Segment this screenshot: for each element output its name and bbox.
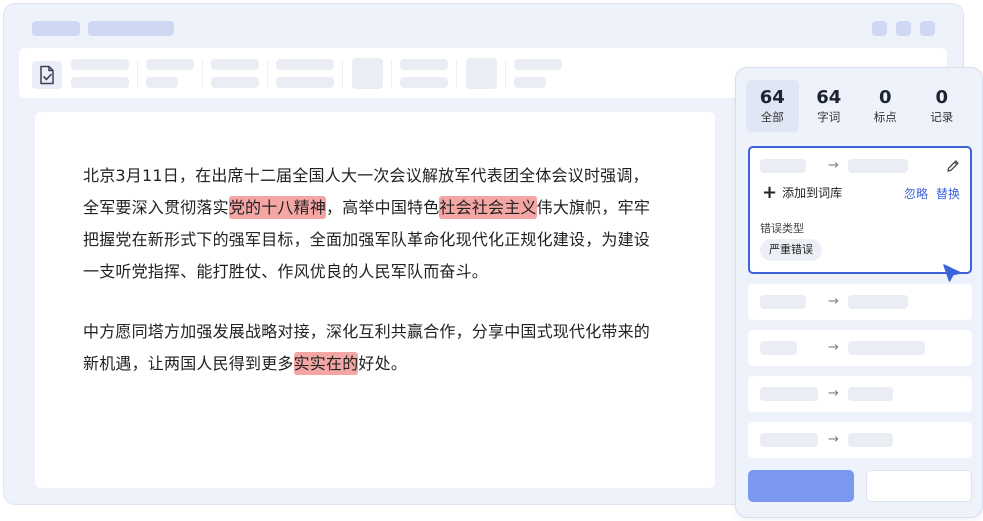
toolbar-divider bbox=[267, 60, 268, 88]
add-to-library-button[interactable]: + 添加到词库 bbox=[762, 181, 843, 203]
error-highlight[interactable]: 党的十八精神 bbox=[228, 196, 327, 219]
window-close-button[interactable] bbox=[920, 21, 935, 36]
text-segment: 好处。 bbox=[358, 354, 408, 373]
original-word-placeholder bbox=[760, 387, 818, 401]
document-editor[interactable]: 北京3月11日，在出席十二届全国人大一次会议解放军代表团全体会议时强调，全军要深… bbox=[35, 112, 715, 488]
toolbar-divider bbox=[456, 60, 457, 88]
toolbar-placeholder[interactable] bbox=[400, 59, 448, 70]
suggested-word-placeholder bbox=[848, 341, 925, 355]
toolbar-square-button[interactable] bbox=[466, 58, 497, 89]
original-word-placeholder bbox=[760, 341, 797, 355]
stat-label: 字词 bbox=[817, 110, 841, 124]
error-type-label: 错误类型 bbox=[760, 222, 804, 235]
window-minimize-button[interactable] bbox=[872, 21, 887, 36]
toolbar-placeholder[interactable] bbox=[400, 77, 448, 88]
pencil-icon[interactable] bbox=[946, 158, 960, 177]
error-highlight[interactable]: 实实在的 bbox=[293, 352, 359, 375]
stat-count: 0 bbox=[935, 87, 949, 108]
toolbar-placeholder[interactable] bbox=[146, 77, 178, 88]
text-segment: ，高举中国特色 bbox=[326, 198, 440, 217]
stat-label: 全部 bbox=[760, 110, 784, 124]
issue-card-selected[interactable]: → + 添加到词库 忽略 替换 错误类型 严重错误 bbox=[748, 146, 972, 274]
original-word-placeholder bbox=[760, 433, 818, 447]
arrow-icon: → bbox=[828, 158, 839, 173]
toolbar-placeholder[interactable] bbox=[211, 59, 259, 70]
toolbar-placeholder[interactable] bbox=[276, 59, 334, 70]
paragraph-1: 北京3月11日，在出席十二届全国人大一次会议解放军代表团全体会议时强调，全军要深… bbox=[83, 160, 663, 288]
stat-tab[interactable]: 64 全部 bbox=[746, 80, 799, 132]
toolbar-placeholder[interactable] bbox=[146, 59, 194, 70]
toolbar-divider bbox=[391, 60, 392, 88]
original-word-placeholder bbox=[760, 295, 806, 309]
secondary-action-button[interactable] bbox=[866, 470, 972, 502]
stat-label: 标点 bbox=[873, 110, 897, 124]
error-highlight[interactable]: 社会社会主义 bbox=[439, 196, 537, 219]
primary-action-button[interactable] bbox=[748, 470, 854, 502]
suggested-word-placeholder bbox=[848, 433, 893, 447]
toolbar-placeholder[interactable] bbox=[514, 59, 562, 70]
stat-count: 64 bbox=[816, 87, 842, 108]
toolbar-placeholder[interactable] bbox=[514, 77, 546, 88]
stat-count: 0 bbox=[878, 87, 892, 108]
toolbar-divider bbox=[202, 60, 203, 88]
document-check-icon[interactable] bbox=[32, 61, 62, 89]
original-word-placeholder bbox=[760, 159, 806, 173]
toolbar-placeholder[interactable] bbox=[71, 77, 129, 88]
stat-tab[interactable]: 64 字词 bbox=[803, 80, 856, 132]
stat-tab[interactable]: 0 记录 bbox=[916, 80, 969, 132]
stat-label: 记录 bbox=[930, 110, 954, 124]
toolbar-divider bbox=[137, 60, 138, 88]
toolbar-placeholder[interactable] bbox=[211, 77, 259, 88]
proofread-panel: 64 全部 64 字词 0 标点 0 记录 → + 添加到词库 忽略 替换 错误类型 严重错误 bbox=[735, 67, 983, 518]
suggested-word-placeholder bbox=[848, 159, 908, 173]
suggested-word-placeholder bbox=[848, 295, 908, 309]
replace-button[interactable]: 替换 bbox=[936, 185, 960, 202]
stat-count: 64 bbox=[759, 87, 785, 108]
issue-card[interactable]: → bbox=[748, 422, 972, 458]
issue-card[interactable]: → bbox=[748, 330, 972, 366]
arrow-icon: → bbox=[828, 432, 839, 447]
toolbar-placeholder[interactable] bbox=[71, 59, 129, 70]
window-maximize-button[interactable] bbox=[896, 21, 911, 36]
issue-card[interactable]: → bbox=[748, 284, 972, 320]
plus-icon: + bbox=[762, 181, 778, 203]
paragraph-2: 中方愿同塔方加强发展战略对接，深化互利共赢合作，分享中国式现代化带来的新机遇，让… bbox=[83, 316, 663, 380]
arrow-icon: → bbox=[828, 340, 839, 355]
add-to-library-label: 添加到词库 bbox=[782, 186, 843, 200]
arrow-icon: → bbox=[828, 294, 839, 309]
title-placeholder-1 bbox=[32, 21, 80, 36]
stat-tab[interactable]: 0 标点 bbox=[859, 80, 912, 132]
toolbar-divider bbox=[505, 60, 506, 88]
ignore-button[interactable]: 忽略 bbox=[904, 185, 928, 202]
stats-tabs: 64 全部 64 字词 0 标点 0 记录 bbox=[746, 80, 972, 132]
issue-card[interactable]: → bbox=[748, 376, 972, 412]
app-stage: 北京3月11日，在出席十二届全国人大一次会议解放军代表团全体会议时强调，全军要深… bbox=[0, 0, 983, 521]
arrow-icon: → bbox=[828, 386, 839, 401]
toolbar-placeholder[interactable] bbox=[276, 77, 334, 88]
title-placeholder-2 bbox=[88, 21, 174, 36]
toolbar-divider bbox=[342, 60, 343, 88]
toolbar-square-button[interactable] bbox=[352, 58, 383, 89]
suggested-word-placeholder bbox=[848, 387, 893, 401]
error-type-tag: 严重错误 bbox=[760, 239, 822, 261]
